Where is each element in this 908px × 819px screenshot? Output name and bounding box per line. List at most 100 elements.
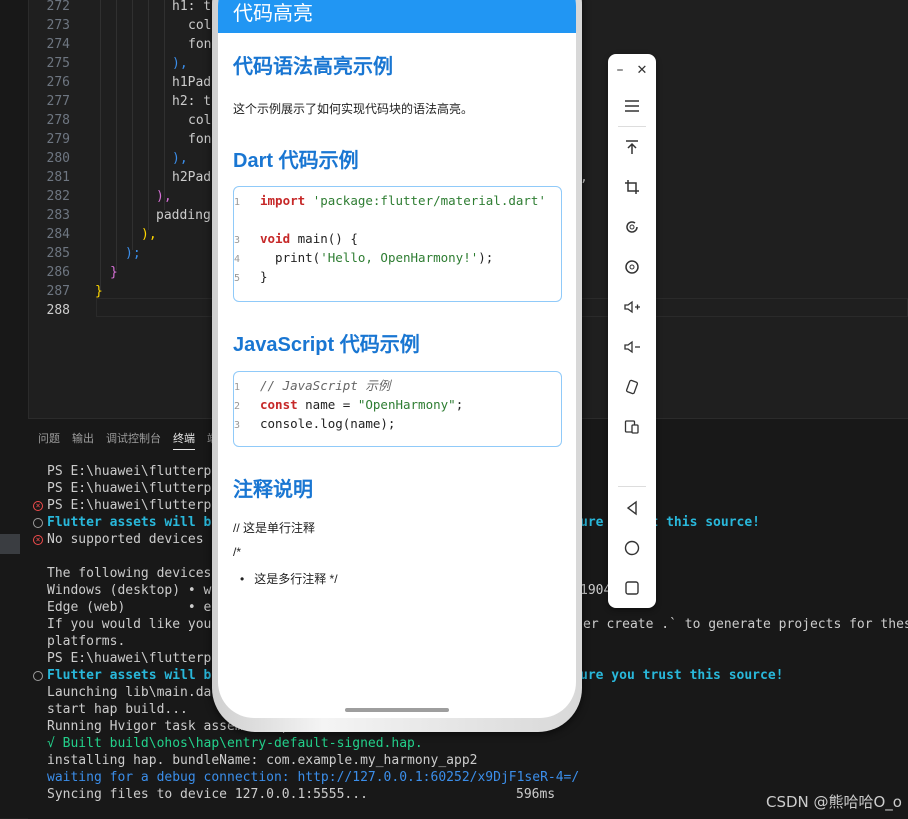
activity-bar [0, 0, 29, 818]
line-number: 282 [46, 189, 70, 204]
line-number: 288 [46, 303, 70, 318]
terminal-line: PS E:\huawei\flutterproj [47, 651, 235, 666]
screenshot-icon[interactable] [608, 253, 656, 281]
line-number: 280 [46, 151, 70, 166]
code-line: h2: t [172, 94, 212, 109]
multi-line-comment-open: /* [233, 545, 242, 559]
code-line: } [95, 284, 103, 299]
code-line: h1Pad [172, 75, 212, 90]
terminal-line: Edge (web) • edge [47, 600, 235, 615]
list-item: • 这是多行注释 */ [240, 570, 338, 587]
line-number: 276 [46, 75, 70, 90]
code-block-line: 3 void main() { [234, 229, 358, 250]
toolbar-divider [618, 486, 646, 487]
line-number: 283 [46, 208, 70, 223]
code-block-line: 2 const name = "OpenHarmony"; [234, 395, 463, 416]
terminal-line-tail: 596ms [516, 787, 556, 802]
volume-down-icon[interactable] [608, 333, 656, 361]
code-token: "OpenHarmony" [357, 397, 456, 412]
terminal-line: platforms. [47, 634, 126, 649]
watermark: CSDN @熊哈哈O_o [765, 793, 902, 811]
terminal-line: waiting for a debug connection: http://1… [47, 770, 580, 785]
dart-code-block: 1 import 'package:flutter/material.dart' 3… [233, 186, 562, 302]
code-token: ; [455, 397, 464, 412]
code-token: name = [305, 397, 358, 412]
terminal-line: √ Built build\ohos\hap\entry-default-sig… [47, 736, 423, 751]
line-number: 275 [46, 56, 70, 71]
code-line: col [188, 18, 212, 33]
terminal-line: PS E:\huawei\flutterproj [47, 464, 235, 479]
indent-guide [132, 0, 133, 250]
terminal-line: installing hap. bundleName: com.example.… [47, 753, 478, 768]
recent-apps-icon[interactable] [608, 574, 656, 602]
indent-guide [100, 0, 101, 290]
terminal-line: PS E:\huawei\flutterproj [47, 498, 235, 513]
tab-terminal[interactable]: 终端 [173, 428, 195, 450]
back-icon[interactable] [608, 494, 656, 522]
code-token: // JavaScript 示例 [260, 378, 391, 393]
code-line: fon [188, 37, 212, 52]
code-token: void [260, 231, 298, 246]
indent-guide [148, 0, 149, 230]
code-token: } [260, 269, 268, 284]
tab-problems[interactable]: 问题 [38, 428, 60, 450]
terminal-selection-marker [0, 534, 20, 554]
terminal-line-tail: ure you trust this source! [580, 668, 784, 683]
line-number: 285 [46, 246, 70, 261]
code-token: main() { [297, 231, 358, 246]
terminal-line-tail: er create .` to generate projects for th… [583, 617, 908, 632]
tab-output[interactable]: 输出 [72, 428, 94, 450]
dart-heading: Dart 代码示例 [233, 150, 359, 172]
code-token: ); [478, 250, 494, 265]
code-line: ), [172, 151, 188, 166]
rotate-icon[interactable] [608, 213, 656, 241]
panel-tabs: 问题 输出 调试控制台 终端 端 [38, 428, 218, 450]
line-number: 274 [46, 37, 70, 52]
close-button[interactable]: ✕ [630, 56, 654, 84]
line-number: 287 [46, 284, 70, 299]
code-block-line: 5} [234, 267, 268, 288]
app-bar-title: 代码高亮 [233, 3, 313, 25]
terminal-line: No supported devices con [47, 532, 235, 547]
pin-top-icon[interactable] [608, 133, 656, 161]
bullet-icon: • [240, 572, 245, 586]
code-line-number: 3 [234, 420, 241, 431]
code-block-line: 1// JavaScript 示例 [234, 376, 390, 397]
page-heading: 代码语法高亮示例 [233, 56, 393, 78]
line-number: 284 [46, 227, 70, 242]
code-token: 'package:flutter/material.dart' [312, 193, 546, 208]
home-icon[interactable] [608, 534, 656, 562]
notes-heading: 注释说明 [233, 479, 313, 501]
terminal-line-tail: ure trust this source! [580, 515, 761, 530]
code-token: const [260, 397, 306, 412]
terminal-line: PS E:\huawei\flutterproj [47, 481, 235, 496]
line-number: 286 [46, 265, 70, 280]
line-number: 277 [46, 94, 70, 109]
code-token: console.log(name); [260, 416, 396, 431]
volume-up-icon[interactable] [608, 293, 656, 321]
terminal-line: Flutter assets will be c [47, 668, 235, 683]
info-icon [33, 671, 43, 681]
crop-icon[interactable] [608, 173, 656, 201]
minimize-button[interactable]: – [608, 56, 632, 84]
js-heading: JavaScript 代码示例 [233, 334, 420, 356]
emulator-toolbar: – ✕ [608, 54, 656, 608]
phone-screen[interactable]: 代码高亮 代码语法高亮示例 这个示例展示了如何实现代码块的语法高亮。 Dart … [218, 0, 576, 718]
tab-debug-console[interactable]: 调试控制台 [106, 428, 161, 450]
toolbar-divider [618, 126, 646, 127]
terminal-line: Windows (desktop) • wind [47, 583, 235, 598]
menu-icon[interactable] [608, 92, 656, 120]
error-icon: × [33, 535, 43, 545]
code-block-line [234, 210, 260, 229]
terminal-line: Syncing files to device 127.0.0.1:5555..… [47, 787, 368, 802]
code-token: print( [260, 250, 321, 265]
code-line-number: 5 [234, 273, 241, 284]
code-line: ), [172, 56, 188, 71]
home-indicator[interactable] [345, 708, 449, 712]
indent-guide [164, 0, 165, 210]
code-block-line: 4 print('Hello, OpenHarmony!'); [234, 248, 493, 269]
code-line: col [188, 113, 212, 128]
js-code-block: 1// JavaScript 示例 2 const name = "OpenHarm… [233, 371, 562, 447]
rotate-device-icon[interactable] [608, 373, 656, 401]
multi-device-icon[interactable] [608, 413, 656, 441]
